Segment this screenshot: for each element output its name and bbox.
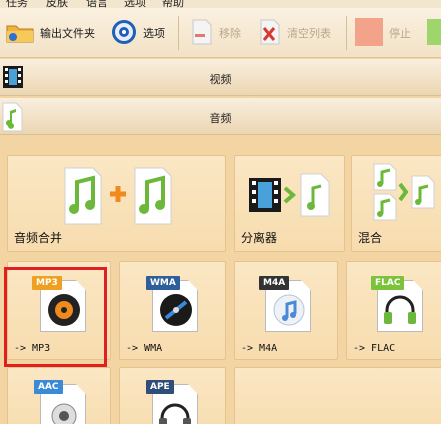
start-button[interactable] xyxy=(425,8,441,58)
menu-options[interactable]: 选项 xyxy=(124,0,146,8)
itunes-icon xyxy=(273,294,305,326)
video-section-title: 视频 xyxy=(209,73,232,86)
audio-section-bar[interactable]: 音频 xyxy=(0,98,441,135)
mix-label: 混合 xyxy=(358,231,383,245)
menu-help[interactable]: 帮助 xyxy=(162,0,184,8)
gear-icon xyxy=(110,18,138,49)
play-icon xyxy=(425,17,441,50)
remove-icon xyxy=(190,18,214,49)
flac-tag: FLAC xyxy=(371,276,405,290)
wma-tag: WMA xyxy=(146,276,180,290)
remove-label: 移除 xyxy=(219,27,241,40)
separator-label: 分离器 xyxy=(241,231,278,245)
disc-icon xyxy=(160,294,192,326)
clear-icon xyxy=(258,18,282,49)
audio-merge-label: 音频合并 xyxy=(14,231,63,245)
headphones-icon xyxy=(384,295,416,324)
to-flac-label: -> FLAC xyxy=(353,343,396,354)
aac-tag: AAC xyxy=(34,380,63,394)
ape-tag: APE xyxy=(146,380,174,394)
audio-section-title: 音频 xyxy=(209,112,232,125)
to-wma-label: -> WMA xyxy=(126,343,163,354)
mix-tile[interactable]: 混合 xyxy=(351,155,441,252)
stop-button[interactable]: 停止 xyxy=(354,8,411,58)
to-m4a-label: -> M4A xyxy=(241,343,278,354)
stop-icon xyxy=(354,17,384,50)
folder-icon xyxy=(5,20,35,47)
clear-list-label: 清空列表 xyxy=(287,27,331,40)
to-aac-tile[interactable]: AAC xyxy=(7,367,111,424)
clear-list-button[interactable]: 清空列表 xyxy=(258,8,331,58)
headphones-icon xyxy=(159,403,191,424)
separator-tile[interactable]: 分离器 xyxy=(234,155,345,252)
selection-highlight xyxy=(4,267,107,367)
to-m4a-tile[interactable]: M4A -> M4A xyxy=(234,261,338,360)
toolbar-separator xyxy=(346,16,347,50)
mix-icon xyxy=(373,163,435,221)
to-wma-tile[interactable]: WMA -> WMA xyxy=(119,261,226,360)
audio-merge-tile[interactable]: 音频合并 xyxy=(7,155,226,252)
to-flac-tile[interactable]: FLAC -> FLAC xyxy=(346,261,441,360)
speaker-icon xyxy=(51,403,77,424)
video-section-bar[interactable]: 视频 xyxy=(0,59,441,96)
options-button[interactable]: 选项 xyxy=(110,8,165,58)
menu-skin[interactable]: 皮肤 xyxy=(46,0,68,8)
empty-tile xyxy=(234,367,441,424)
output-folder-button[interactable]: 输出文件夹 xyxy=(5,8,95,58)
menu-language[interactable]: 语言 xyxy=(86,0,108,8)
stop-label: 停止 xyxy=(389,27,411,40)
audio-merge-icon xyxy=(64,167,172,225)
separator-icon xyxy=(249,173,330,217)
to-ape-tile[interactable]: APE xyxy=(119,367,226,424)
output-folder-label: 输出文件夹 xyxy=(40,27,95,40)
remove-button[interactable]: 移除 xyxy=(190,8,241,58)
m4a-tag: M4A xyxy=(259,276,290,290)
menu-task[interactable]: 任务 xyxy=(6,0,28,8)
toolbar: 输出文件夹 选项 移除 清空列表 停止 xyxy=(0,8,441,58)
menu-bar: 任务 皮肤 语言 选项 帮助 xyxy=(0,0,441,8)
toolbar-separator xyxy=(178,16,179,50)
options-label: 选项 xyxy=(143,27,165,40)
